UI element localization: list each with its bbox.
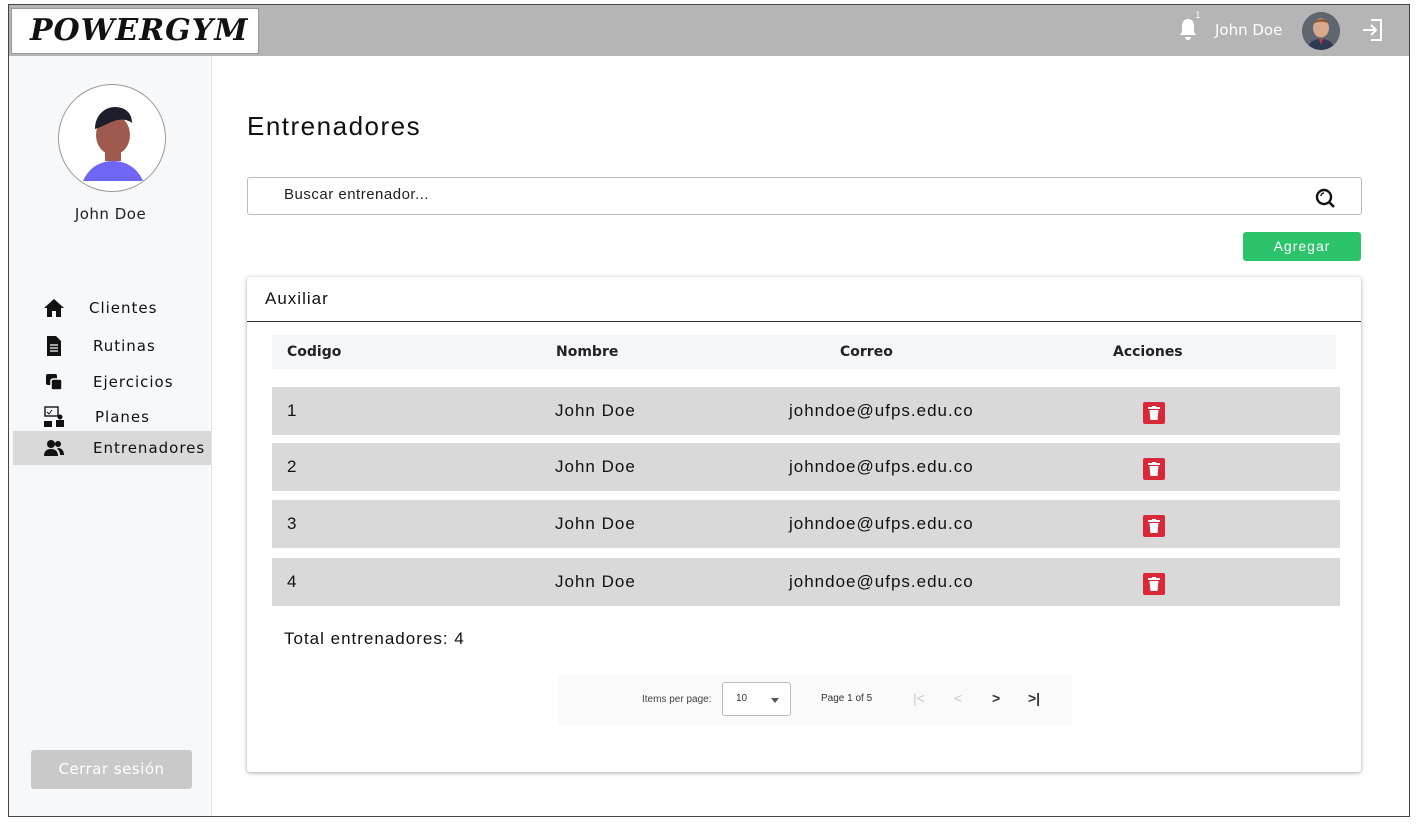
cell-codigo: 4 (287, 572, 298, 591)
document-icon (43, 335, 65, 357)
cell-codigo: 1 (287, 401, 298, 420)
cell-correo: johndoe@ufps.edu.co (789, 457, 974, 476)
table-row: 1 John Doe johndoe@ufps.edu.co (272, 387, 1340, 435)
notification-count: 1 (1195, 11, 1201, 21)
profile-avatar (58, 84, 166, 192)
trainers-card: Auxiliar Codigo Nombre Correo Acciones 1… (247, 277, 1361, 772)
items-per-page-select[interactable]: 10 (722, 682, 791, 716)
trash-icon (1148, 577, 1160, 591)
cell-codigo: 3 (287, 514, 298, 533)
sidebar: John Doe Clientes Rutinas Ejercicios Pla… (9, 56, 212, 816)
cell-codigo: 2 (287, 457, 298, 476)
delete-button[interactable] (1143, 573, 1165, 595)
plans-icon (43, 406, 65, 428)
column-header-codigo: Codigo (287, 344, 342, 360)
sidebar-item-rutinas[interactable]: Rutinas (13, 329, 211, 363)
column-header-acciones: Acciones (1113, 344, 1183, 360)
page-range-label: Page 1 of 5 (821, 693, 873, 704)
search-icon[interactable] (1314, 187, 1336, 209)
sidebar-item-label: Clientes (89, 299, 158, 317)
delete-button[interactable] (1143, 458, 1165, 480)
sidebar-item-entrenadores[interactable]: Entrenadores (13, 431, 211, 465)
cell-nombre: John Doe (555, 401, 636, 420)
add-button[interactable]: Agregar (1243, 232, 1361, 261)
home-icon (43, 297, 65, 319)
app-window: POWERGYM 1 John Doe John Doe Clientes Ru… (8, 4, 1410, 817)
sidebar-item-label: Rutinas (93, 337, 156, 355)
trash-icon (1148, 519, 1160, 533)
cell-nombre: John Doe (555, 514, 636, 533)
cell-correo: johndoe@ufps.edu.co (789, 514, 974, 533)
logout-button[interactable]: Cerrar sesión (31, 750, 192, 789)
trash-icon (1148, 406, 1160, 420)
delete-button[interactable] (1143, 515, 1165, 537)
previous-page-icon[interactable]: < (954, 690, 962, 706)
search-bar (247, 177, 1362, 215)
search-input[interactable] (284, 186, 1284, 203)
items-per-page-value: 10 (736, 693, 748, 704)
card-divider (247, 321, 1361, 322)
cell-correo: johndoe@ufps.edu.co (789, 401, 974, 420)
card-title: Auxiliar (265, 289, 329, 308)
total-count: Total entrenadores: 4 (284, 629, 465, 648)
page-title: Entrenadores (247, 111, 422, 141)
profile-name: John Doe (74, 205, 147, 223)
sidebar-item-clientes[interactable]: Clientes (13, 291, 211, 325)
logout-icon[interactable] (1361, 17, 1385, 43)
paginator: Items per page: 10 Page 1 of 5 |< < > >| (558, 675, 1072, 725)
cell-nombre: John Doe (555, 457, 636, 476)
cell-nombre: John Doe (555, 572, 636, 591)
users-icon (43, 437, 65, 459)
first-page-icon[interactable]: |< (913, 690, 925, 706)
delete-button[interactable] (1143, 402, 1165, 424)
last-page-icon[interactable]: >| (1028, 690, 1040, 706)
sidebar-item-planes[interactable]: Planes (13, 400, 211, 434)
sidebar-item-label: Ejercicios (93, 373, 174, 391)
table-row: 2 John Doe johndoe@ufps.edu.co (272, 443, 1340, 491)
copy-icon (43, 371, 65, 393)
table-header: Codigo Nombre Correo Acciones (272, 335, 1336, 369)
topbar-user-name[interactable]: John Doe (1215, 21, 1282, 39)
table-row: 3 John Doe johndoe@ufps.edu.co (272, 500, 1340, 548)
next-page-icon[interactable]: > (992, 690, 1000, 706)
user-avatar[interactable] (1302, 12, 1340, 50)
trash-icon (1148, 462, 1160, 476)
sidebar-item-ejercicios[interactable]: Ejercicios (13, 365, 211, 399)
caret-down-icon (771, 698, 779, 703)
column-header-nombre: Nombre (556, 344, 619, 360)
column-header-correo: Correo (840, 344, 893, 360)
top-bar: POWERGYM 1 John Doe (9, 5, 1409, 56)
app-logo[interactable]: POWERGYM (11, 8, 259, 54)
items-per-page-label: Items per page: (642, 694, 712, 705)
sidebar-item-label: Entrenadores (93, 439, 206, 457)
sidebar-item-label: Planes (95, 408, 150, 426)
table-row: 4 John Doe johndoe@ufps.edu.co (272, 558, 1340, 606)
cell-correo: johndoe@ufps.edu.co (789, 572, 974, 591)
